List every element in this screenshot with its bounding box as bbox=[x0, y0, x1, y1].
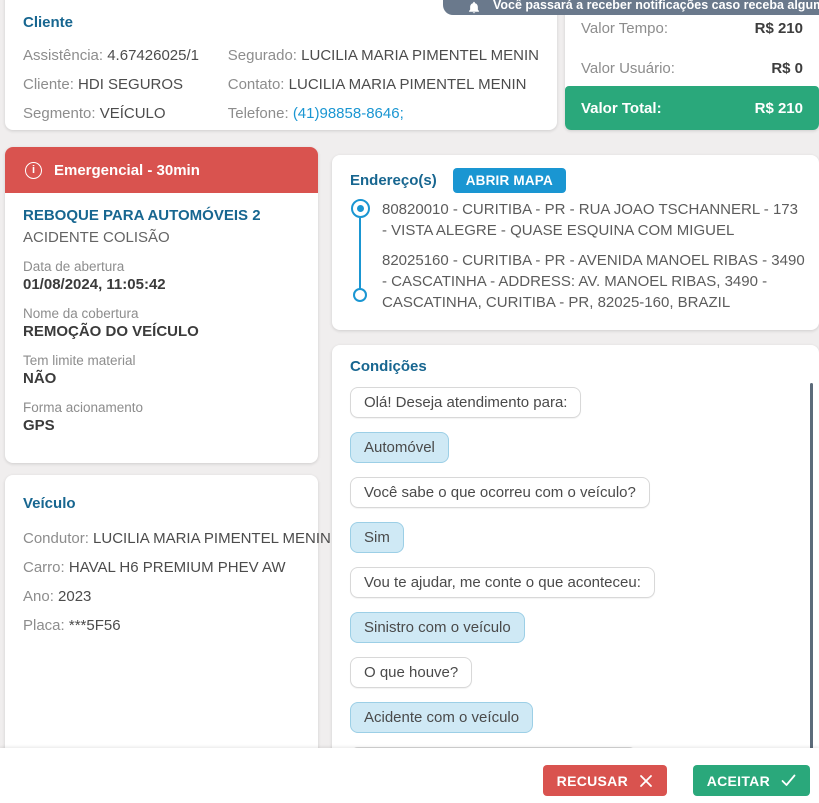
bell-icon bbox=[468, 1, 480, 14]
field-value: 4.67426025/1 bbox=[107, 47, 199, 64]
service-urgency-header: i Emergencial - 30min bbox=[5, 147, 318, 193]
urgency-label: Emergencial - 30min bbox=[54, 162, 200, 179]
service-card: i Emergencial - 30min REBOQUE PARA AUTOM… bbox=[5, 147, 318, 463]
group-label: Nome da cobertura bbox=[23, 306, 300, 321]
price-total-value: R$ 210 bbox=[755, 100, 803, 117]
segment-field: Segmento: VEÍCULO bbox=[23, 99, 228, 128]
chat-bubble-answer: Sim bbox=[350, 522, 404, 553]
year-field: Ano: 2023 bbox=[23, 582, 300, 611]
client-name-field: Cliente: HDI SEGUROS bbox=[23, 70, 228, 99]
driver-field: Condutor: LUCILIA MARIA PIMENTEL MENIN bbox=[23, 524, 300, 553]
field-label: Contato: bbox=[228, 76, 285, 93]
group-label: Data de abertura bbox=[23, 259, 300, 274]
field-value: VEÍCULO bbox=[100, 105, 166, 122]
field-label: Cliente: bbox=[23, 76, 74, 93]
field-label: Telefone: bbox=[228, 105, 289, 122]
field-label: Condutor: bbox=[23, 530, 89, 547]
route-line bbox=[359, 218, 361, 289]
chat-scrollbar[interactable] bbox=[810, 383, 813, 751]
material-limit-group: Tem limite material NÃO bbox=[23, 353, 300, 387]
group-value: NÃO bbox=[23, 370, 300, 387]
service-type: ACIDENTE COLISÃO bbox=[23, 229, 300, 246]
check-icon bbox=[781, 774, 796, 787]
price-total-bar: Valor Total: R$ 210 bbox=[565, 86, 819, 130]
chat-bubble-answer: Acidente com o veículo bbox=[350, 702, 533, 733]
field-value: HDI SEGUROS bbox=[78, 76, 183, 93]
field-value: LUCILIA MARIA PIMENTEL MENIN bbox=[301, 47, 539, 64]
chat-bubble-question: Vou te ajudar, me conte o que aconteceu: bbox=[350, 567, 655, 598]
decline-button[interactable]: RECUSAR bbox=[543, 765, 667, 796]
price-total-label: Valor Total: bbox=[581, 100, 662, 117]
address-card: Endereço(s) ABRIR MAPA 80820010 - CURITI… bbox=[332, 155, 819, 330]
plate-field: Placa: ***5F56 bbox=[23, 611, 300, 640]
field-value: LUCILIA MARIA PIMENTEL MENIN bbox=[289, 76, 527, 93]
field-label: Segurado: bbox=[228, 47, 297, 64]
field-label: Carro: bbox=[23, 559, 65, 576]
group-value: GPS bbox=[23, 417, 300, 434]
destination-address: 82025160 - CURITIBA - PR - AVENIDA MANOE… bbox=[382, 250, 807, 313]
price-label: Valor Tempo: bbox=[581, 20, 668, 60]
chat-bubble-answer: Automóvel bbox=[350, 432, 449, 463]
chat-bubble-question: Olá! Deseja atendimento para: bbox=[350, 387, 581, 418]
field-label: Assistência: bbox=[23, 47, 103, 64]
group-label: Forma acionamento bbox=[23, 400, 300, 415]
notification-toast: Você passará a receber notificações caso… bbox=[443, 0, 819, 15]
field-label: Segmento: bbox=[23, 105, 96, 122]
phone-field: Telefone: (41)98858-8646; bbox=[228, 99, 539, 128]
assistance-number-field: Assistência: 4.67426025/1 bbox=[23, 41, 228, 70]
chat-transcript: Olá! Deseja atendimento para: Automóvel … bbox=[350, 387, 801, 778]
chat-bubble-question: O que houve? bbox=[350, 657, 472, 688]
address-card-title: Endereço(s) bbox=[350, 172, 437, 189]
phone-link[interactable]: (41)98858-8646; bbox=[293, 105, 404, 122]
group-value: REMOÇÃO DO VEÍCULO bbox=[23, 323, 300, 340]
chat-bubble-answer: Sinistro com o veículo bbox=[350, 612, 525, 643]
action-bar: RECUSAR ACEITAR bbox=[0, 748, 819, 803]
x-icon bbox=[639, 774, 653, 788]
route-destination-icon bbox=[353, 288, 367, 302]
accept-button[interactable]: ACEITAR bbox=[693, 765, 810, 796]
origin-address: 80820010 - CURITIBA - PR - RUA JOAO TSCH… bbox=[382, 199, 807, 241]
opening-date-group: Data de abertura 01/08/2024, 11:05:42 bbox=[23, 259, 300, 293]
price-time-row: Valor Tempo: R$ 210 bbox=[581, 20, 803, 60]
field-value: LUCILIA MARIA PIMENTEL MENIN bbox=[93, 530, 331, 547]
price-card: Valor Tempo: R$ 210 Valor Usuário: R$ 0 … bbox=[565, 0, 819, 130]
assistance-dispatch-screen: Cliente Assistência: 4.67426025/1 Client… bbox=[0, 0, 819, 803]
service-name: REBOQUE PARA AUTOMÓVEIS 2 bbox=[23, 207, 300, 224]
decline-button-label: RECUSAR bbox=[557, 773, 628, 789]
group-value: 01/08/2024, 11:05:42 bbox=[23, 276, 300, 293]
field-value: ***5F56 bbox=[69, 617, 121, 634]
chat-bubble-question: Você sabe o que ocorreu com o veículo? bbox=[350, 477, 650, 508]
price-value: R$ 210 bbox=[755, 20, 803, 60]
conditions-card-title: Condições bbox=[350, 358, 801, 375]
toast-message: Você passará a receber notificações caso… bbox=[493, 0, 819, 12]
car-field: Carro: HAVAL H6 PREMIUM PHEV AW bbox=[23, 553, 300, 582]
field-value: HAVAL H6 PREMIUM PHEV AW bbox=[69, 559, 286, 576]
field-label: Ano: bbox=[23, 588, 54, 605]
coverage-name-group: Nome da cobertura REMOÇÃO DO VEÍCULO bbox=[23, 306, 300, 340]
insured-field: Segurado: LUCILIA MARIA PIMENTEL MENIN bbox=[228, 41, 539, 70]
contact-field: Contato: LUCILIA MARIA PIMENTEL MENIN bbox=[228, 70, 539, 99]
trigger-method-group: Forma acionamento GPS bbox=[23, 400, 300, 434]
info-icon: i bbox=[25, 162, 42, 179]
accept-button-label: ACEITAR bbox=[707, 773, 770, 789]
vehicle-card-title: Veículo bbox=[23, 495, 300, 512]
field-label: Placa: bbox=[23, 617, 65, 634]
field-value: 2023 bbox=[58, 588, 91, 605]
client-card-title: Cliente bbox=[23, 14, 539, 31]
open-map-button[interactable]: ABRIR MAPA bbox=[453, 168, 566, 193]
conditions-card: Condições Olá! Deseja atendimento para: … bbox=[332, 345, 819, 803]
group-label: Tem limite material bbox=[23, 353, 300, 368]
route-origin-icon bbox=[351, 199, 370, 218]
client-card: Cliente Assistência: 4.67426025/1 Client… bbox=[5, 0, 557, 130]
